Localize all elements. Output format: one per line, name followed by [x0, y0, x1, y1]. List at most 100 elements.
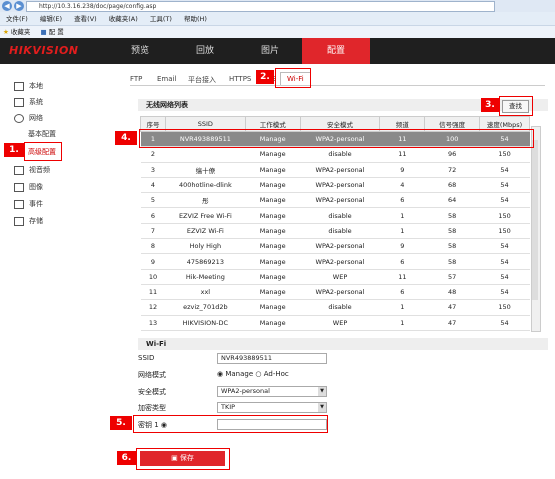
table-cell: 8 — [140, 238, 166, 255]
sidebar-item-storage[interactable]: 存储 — [14, 214, 43, 228]
radio-adhoc-icon[interactable]: ○ — [255, 370, 261, 378]
table-row[interactable]: 7 EZVIZ Wi-Fi Manage disable 1 58 150 — [140, 223, 530, 240]
table-cell: 6 — [379, 253, 425, 270]
security-mode-select[interactable]: WPA2-personal ▼ — [217, 386, 327, 397]
annotation-badge-3: 3. — [481, 98, 499, 112]
encryption-value: TKIP — [221, 403, 236, 411]
table-row[interactable]: 8 Holy High Manage WPA2-personal 9 58 54 — [140, 238, 530, 255]
table-cell: 150 — [479, 223, 530, 240]
table-row[interactable]: 11 xxl Manage WPA2-personal 6 48 54 — [140, 284, 530, 301]
table-cell: 12 — [140, 299, 166, 316]
table-cell: 57 — [424, 269, 480, 285]
table-row[interactable]: 12 ezviz_701d2b Manage disable 1 47 150 — [140, 299, 530, 316]
table-cell: 58 — [424, 207, 480, 224]
table-cell: 58 — [424, 253, 480, 270]
table-cell: 9 — [140, 253, 166, 270]
table-cell: 54 — [479, 253, 530, 270]
annotation-box-5 — [133, 415, 328, 433]
table-cell: 54 — [479, 162, 530, 178]
sidebar-item-network[interactable]: 网络 — [14, 111, 43, 125]
table-row[interactable]: 3 缟十僚 Manage WPA2-personal 9 72 54 — [140, 162, 530, 178]
table-cell: 11 — [379, 146, 425, 163]
nav-playback[interactable]: 回放 — [180, 38, 230, 64]
annotation-badge-6: 6. — [117, 451, 136, 465]
menu-file[interactable]: 文件(F) — [6, 15, 28, 23]
sidebar-item-label: 本地 — [29, 82, 43, 90]
sidebar-item-image[interactable]: 图像 — [14, 180, 43, 194]
menu-tools[interactable]: 工具(T) — [150, 15, 172, 23]
calendar-icon — [14, 199, 24, 209]
tab-email[interactable]: Email — [157, 75, 176, 83]
tab-divider — [130, 85, 545, 86]
scrollbar-thumb[interactable] — [532, 140, 538, 300]
menu-view[interactable]: 查看(V) — [74, 15, 97, 23]
nav-picture[interactable]: 图片 — [245, 38, 295, 64]
table-cell: 68 — [424, 177, 480, 194]
table-cell: ezviz_701d2b — [165, 299, 246, 316]
ssid-label: SSID — [138, 354, 155, 362]
annotation-badge-4: 4. — [115, 131, 137, 145]
table-cell: Manage — [245, 238, 301, 255]
table-cell: 58 — [424, 223, 480, 240]
sidebar-item-local[interactable]: 本地 — [14, 79, 43, 93]
browser-tab[interactable]: 配 置 — [49, 28, 64, 36]
forward-icon[interactable]: ▶ — [14, 1, 24, 11]
table-cell: 150 — [479, 207, 530, 224]
star-icon: ★ — [3, 28, 9, 36]
annotation-box-2 — [275, 68, 311, 88]
table-cell: Manage — [245, 146, 301, 163]
storage-icon — [14, 216, 24, 226]
table-cell: 47 — [424, 299, 480, 316]
table-cell: Manage — [245, 207, 301, 224]
table-row[interactable]: 4 400hotline-dlink Manage WPA2-personal 4 68 5… — [140, 177, 530, 194]
table-cell: Manage — [245, 269, 301, 285]
wifi-section-title: Wi-Fi — [138, 338, 548, 350]
menu-favorites[interactable]: 收藏夹(A) — [109, 15, 138, 23]
table-cell — [165, 146, 246, 163]
table-cell: 2 — [140, 146, 166, 163]
nav-preview[interactable]: 预览 — [115, 38, 165, 64]
table-cell: 54 — [479, 284, 530, 301]
table-cell: disable — [300, 299, 380, 316]
table-cell: EZVIZ Wi-Fi — [165, 223, 246, 240]
sidebar-item-video-audio[interactable]: 视音频 — [14, 163, 50, 177]
table-row[interactable]: 10 Hik-Meeting Manage WEP 11 57 54 — [140, 269, 530, 285]
table-cell: 6 — [140, 207, 166, 224]
radio-manage-icon[interactable]: ◉ — [217, 370, 223, 378]
table-row[interactable]: 13 HIKVISION-DC Manage WEP 1 47 54 — [140, 315, 530, 331]
table-cell: disable — [300, 207, 380, 224]
tab-ftp[interactable]: FTP — [130, 75, 142, 83]
table-cell: 6 — [379, 192, 425, 209]
address-bar[interactable]: http://10.3.16.238/doc/page/config.asp — [26, 1, 495, 12]
table-row[interactable]: 5 彤 Manage WPA2-personal 6 64 54 — [140, 192, 530, 209]
annotation-badge-2: 2. — [256, 70, 274, 84]
table-row[interactable]: 2 Manage disable 11 96 150 — [140, 146, 530, 163]
table-cell: 4 — [379, 177, 425, 194]
table-cell: Manage — [245, 299, 301, 316]
table-cell: Hik-Meeting — [165, 269, 246, 285]
menu-help[interactable]: 帮助(H) — [184, 15, 207, 23]
table-cell: 3 — [140, 162, 166, 178]
sidebar-item-system[interactable]: 系统 — [14, 95, 43, 109]
ssid-input[interactable]: NVR493889511 — [217, 353, 327, 364]
back-icon[interactable]: ◀ — [2, 1, 12, 11]
table-cell: Manage — [245, 315, 301, 331]
radio-manage-label: Manage — [225, 370, 254, 378]
encryption-select[interactable]: TKIP ▼ — [217, 402, 327, 413]
table-cell: 54 — [479, 238, 530, 255]
menu-edit[interactable]: 编辑(E) — [40, 15, 62, 23]
sidebar-item-event[interactable]: 事件 — [14, 197, 43, 211]
annotation-badge-1: 1. — [4, 143, 24, 157]
chevron-down-icon: ▼ — [318, 403, 326, 412]
annotation-box-3 — [499, 96, 533, 116]
table-cell: 54 — [479, 177, 530, 194]
sidebar-item-basic-config[interactable]: 基本配置 — [28, 127, 56, 141]
table-cell: xxl — [165, 284, 246, 301]
nav-configuration[interactable]: 配置 — [302, 38, 370, 64]
table-cell: 13 — [140, 315, 166, 331]
tab-platform-access[interactable]: 平台接入 — [188, 75, 216, 85]
table-row[interactable]: 9 475869213 Manage WPA2-personal 6 58 54 — [140, 253, 530, 270]
favorites-button[interactable]: 收藏夹 — [11, 28, 31, 36]
table-row[interactable]: 6 EZVIZ Free Wi-Fi Manage disable 1 58 150 — [140, 207, 530, 224]
tab-https[interactable]: HTTPS — [229, 75, 251, 83]
